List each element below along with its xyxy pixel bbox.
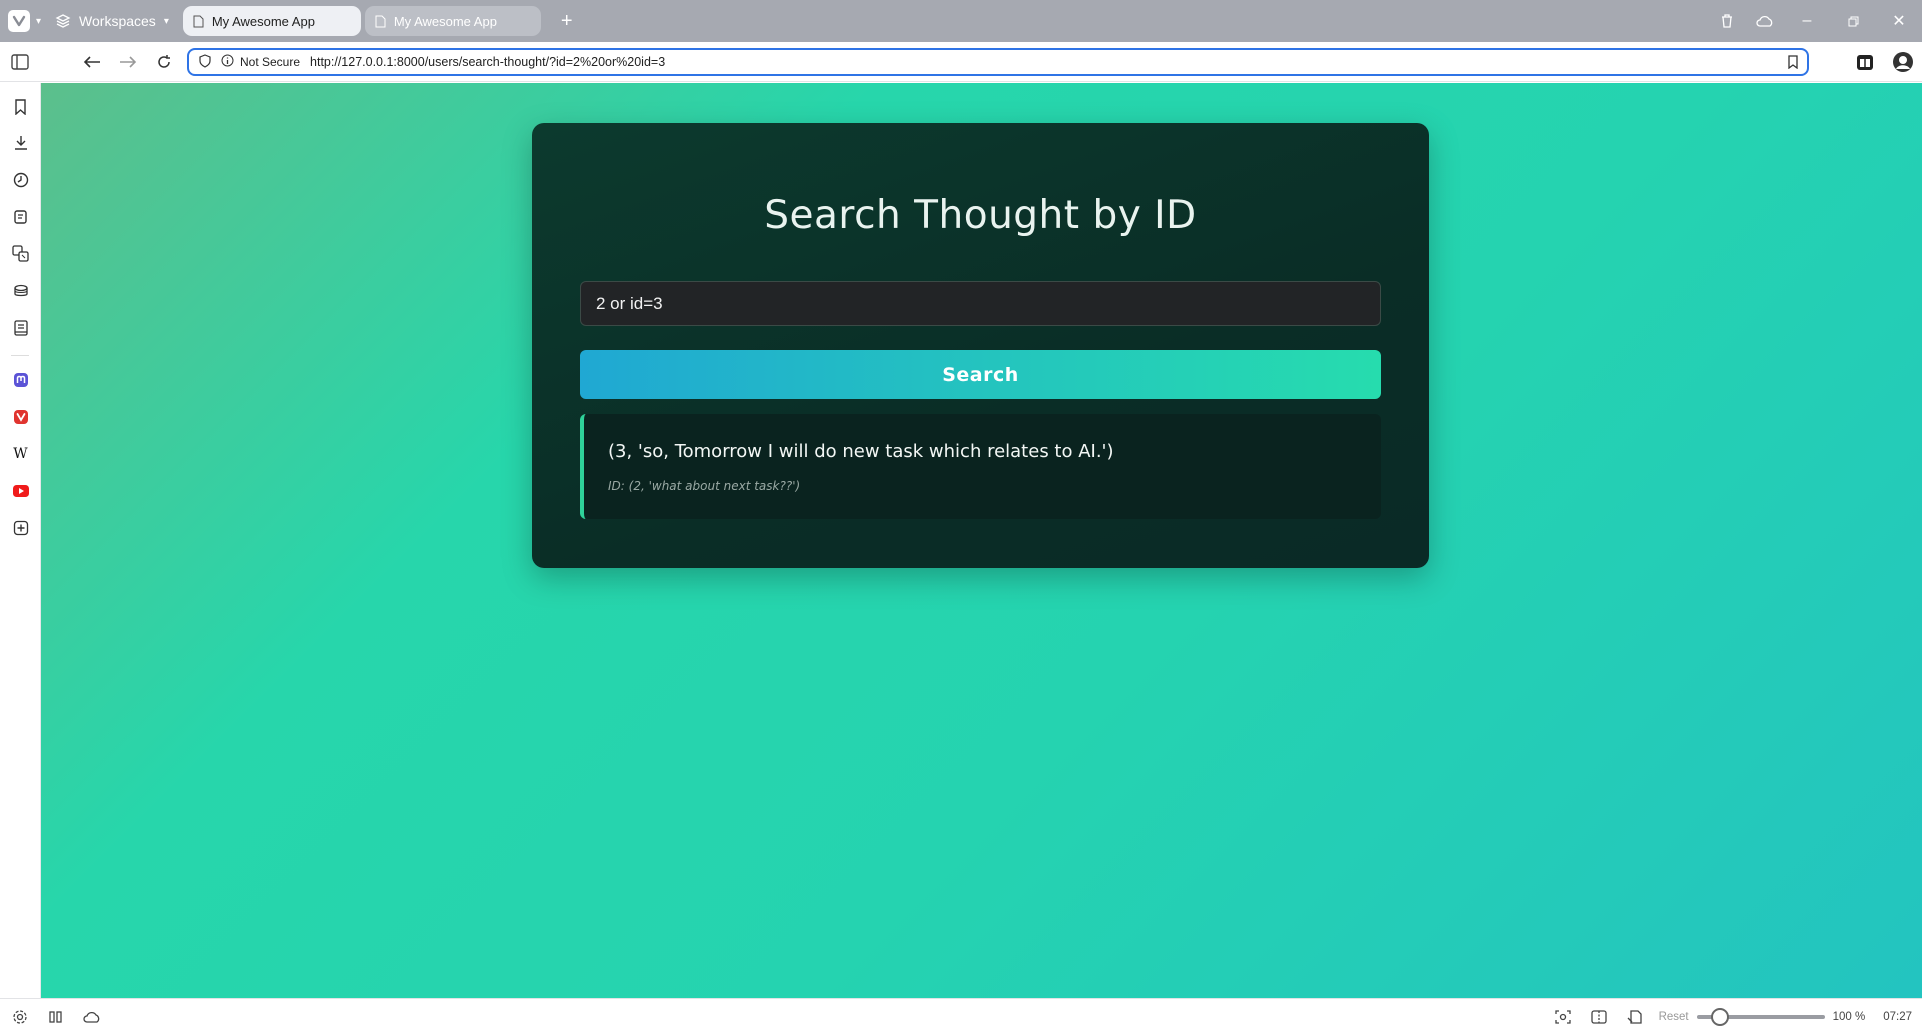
status-bar-right: Reset 100 % 07:27 <box>1545 999 1922 1034</box>
page-actions-icon[interactable] <box>1617 1009 1653 1025</box>
tiling-icon[interactable] <box>38 1010 74 1023</box>
capture-icon[interactable] <box>1545 1009 1581 1025</box>
restore-button[interactable] <box>1830 16 1876 27</box>
zoom-level: 100 % <box>1832 1011 1866 1023</box>
vivaldi-menu-button[interactable] <box>8 10 30 32</box>
notes-icon[interactable] <box>10 206 31 227</box>
add-web-panel-icon[interactable] <box>10 517 31 538</box>
new-tab-button[interactable]: + <box>561 11 573 31</box>
thought-id-input[interactable]: 2 or id=3 <box>580 281 1381 326</box>
tab-my-awesome-app-2[interactable]: My Awesome App <box>364 6 541 36</box>
tab-title: My Awesome App <box>211 13 315 29</box>
navigation-bar: Not Secure http://127.0.0.1:8000/users/s… <box>0 42 1922 82</box>
bookmark-icon[interactable] <box>1787 55 1799 72</box>
workspaces-button[interactable]: Workspaces ▾ <box>55 13 169 29</box>
reading-list-icon[interactable] <box>10 280 31 301</box>
reload-icon[interactable] <box>146 54 182 70</box>
minimize-button[interactable]: – <box>1784 12 1830 30</box>
result-id-text: ID: (2, 'what about next task??') <box>608 479 801 493</box>
reader-view-icon[interactable] <box>10 317 31 338</box>
bookmarks-icon[interactable] <box>10 96 31 117</box>
panel-toggle-icon[interactable] <box>2 53 38 70</box>
page-title: Search Thought by ID <box>764 193 1197 238</box>
profile-avatar-icon[interactable] <box>1884 51 1922 73</box>
history-icon[interactable] <box>10 169 31 190</box>
result-box: (3, 'so, Tomorrow I will do new task whi… <box>580 414 1381 519</box>
shield-icon[interactable] <box>199 53 211 71</box>
panel-divider <box>11 355 29 356</box>
zoom-reset-button[interactable]: Reset <box>1659 1011 1689 1023</box>
search-button[interactable]: Search <box>580 350 1381 399</box>
toolbar-right <box>1846 42 1922 82</box>
wikipedia-icon[interactable]: W <box>10 443 31 464</box>
back-icon[interactable] <box>74 55 110 69</box>
zoom-slider[interactable] <box>1696 1008 1825 1026</box>
translate-icon[interactable] <box>10 243 31 264</box>
security-status: Not Secure <box>240 55 301 69</box>
search-card: Search Thought by ID 2 or id=3 Search (3… <box>532 123 1429 568</box>
window-controls: – ✕ <box>1708 0 1922 42</box>
result-main-text: (3, 'so, Tomorrow I will do new task whi… <box>608 441 1114 462</box>
settings-gear-icon[interactable] <box>2 1009 38 1025</box>
mastodon-icon[interactable] <box>10 369 31 390</box>
tab-bar: ▾ Workspaces ▾ My Awesome App My Awesome… <box>0 0 1922 42</box>
close-button[interactable]: ✕ <box>1876 11 1922 31</box>
address-bar[interactable]: Not Secure http://127.0.0.1:8000/users/s… <box>187 48 1809 76</box>
page-tiling-icon[interactable] <box>1581 1010 1617 1024</box>
status-bar: Reset 100 % 07:27 <box>0 998 1922 1034</box>
layers-icon <box>55 14 71 28</box>
forward-icon[interactable] <box>110 55 146 69</box>
page-icon <box>375 15 386 27</box>
menu-caret-icon[interactable]: ▾ <box>36 16 41 27</box>
zoom-slider-knob[interactable] <box>1710 1008 1729 1026</box>
clock: 07:27 <box>1883 1011 1912 1023</box>
tab-my-awesome-app-1[interactable]: My Awesome App <box>182 6 361 36</box>
side-panel: W <box>0 83 41 998</box>
vivaldi-logo-icon <box>12 15 26 27</box>
tab-title: My Awesome App <box>393 13 497 29</box>
youtube-icon[interactable] <box>10 480 31 501</box>
cloud-sync-icon[interactable] <box>1746 14 1784 28</box>
extensions-icon[interactable] <box>1846 52 1884 72</box>
vivaldi-icon[interactable] <box>10 406 31 427</box>
web-page: Search Thought by ID 2 or id=3 Search (3… <box>41 83 1922 998</box>
url-text[interactable]: http://127.0.0.1:8000/users/search-thoug… <box>310 55 665 69</box>
trash-icon[interactable] <box>1708 13 1746 29</box>
sync-cloud-icon[interactable] <box>74 1010 110 1024</box>
chevron-down-icon: ▾ <box>163 15 169 27</box>
info-icon[interactable] <box>221 54 234 70</box>
page-icon <box>193 15 204 27</box>
workspaces-label: Workspaces <box>79 13 156 29</box>
downloads-icon[interactable] <box>10 132 31 153</box>
